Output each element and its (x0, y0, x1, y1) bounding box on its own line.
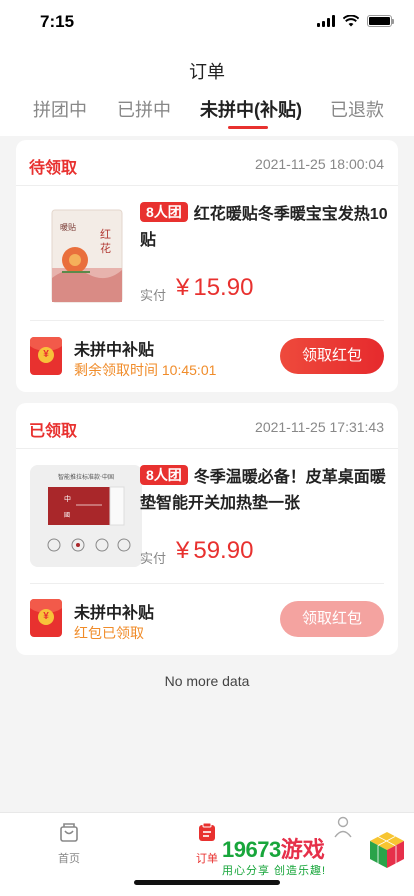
watermark-logo: 19673游戏 用心分享 创造乐趣! (222, 816, 404, 882)
watermark-slogan: 用心分享 创造乐趣! (222, 865, 327, 877)
subsidy-title: 未拼中补贴 (74, 342, 155, 359)
red-envelope-icon: ¥ (30, 337, 62, 375)
group-size-badge: 8人团 (140, 202, 188, 222)
order-tabs: 拼团中 已拼中 未拼中(补贴) 已退款 (0, 96, 414, 130)
no-more-data-note: No more data (164, 673, 250, 689)
paid-price: ¥15.90 (176, 274, 253, 302)
claim-red-envelope-button[interactable]: 领取红包 (280, 338, 384, 374)
tab-group-lost-subsidy[interactable]: 未拼中(补贴) (200, 96, 302, 122)
tab-grouping[interactable]: 拼团中 (33, 96, 87, 122)
product-title[interactable]: 8人团 红花暖贴冬季暖宝宝发热10贴 (140, 202, 388, 254)
paid-price: ¥59.90 (176, 537, 253, 565)
watermark-text: 游戏 (280, 837, 325, 862)
order-date: 2021-11-25 17:31:43 (255, 419, 384, 435)
group-size-badge: 8人团 (140, 465, 188, 485)
claim-red-envelope-button-disabled: 领取红包 (280, 601, 384, 637)
tab-refunded[interactable]: 已退款 (330, 96, 384, 122)
order-card[interactable]: 已领取 2021-11-25 17:31:43 智能推拉标准款·中国 中 國 8… (16, 403, 398, 655)
product-title[interactable]: 8人团 冬季温暖必备！皮革桌面暖垫智能开关加热垫一张 (140, 465, 390, 517)
order-card-header: 待领取 2021-11-25 18:00:04 (16, 140, 398, 186)
svg-text:暖贴: 暖贴 (60, 222, 76, 232)
product-image-heating-pad[interactable]: 智能推拉标准款·中国 中 國 (30, 465, 142, 567)
tabbar-label-home: 首页 (58, 853, 80, 865)
order-icon (199, 822, 215, 841)
person-icon (334, 816, 352, 838)
battery-icon (367, 15, 394, 27)
red-envelope-icon: ¥ (30, 599, 62, 637)
svg-text:國: 國 (64, 512, 70, 519)
currency-symbol: ¥ (176, 274, 190, 301)
tab-group-won[interactable]: 已拼中 (117, 96, 171, 122)
svg-text:中: 中 (64, 494, 71, 503)
price-value: 59.90 (193, 537, 254, 564)
divider (30, 320, 384, 321)
tabbar-item-home[interactable]: 首页 (39, 821, 99, 866)
order-status: 待领取 (29, 160, 78, 177)
order-date: 2021-11-25 18:00:04 (255, 156, 384, 172)
paid-label: 实付 (140, 288, 167, 303)
order-status: 已领取 (29, 423, 78, 440)
subsidy-countdown: 剩余领取时间 10:45:01 (74, 362, 217, 378)
currency-symbol: ¥ (176, 537, 190, 564)
status-bar: 7:15 (0, 0, 414, 44)
svg-text:花: 花 (100, 242, 111, 255)
home-indicator (134, 880, 280, 885)
order-card-header: 已领取 2021-11-25 17:31:43 (16, 403, 398, 449)
svg-text:智能推拉标准款·中国: 智能推拉标准款·中国 (58, 473, 114, 481)
cube-logo-icon (370, 832, 404, 868)
watermark-number: 19673 (222, 837, 281, 862)
subsidy-title: 未拼中补贴 (74, 605, 155, 622)
divider (30, 583, 384, 584)
price-value: 15.90 (193, 274, 254, 301)
wifi-icon (343, 15, 359, 27)
order-card[interactable]: 待领取 2021-11-25 18:00:04 红 花 暖贴 8人团 红花暖贴冬季… (16, 140, 398, 392)
bag-icon (60, 823, 78, 842)
subsidy-claimed-status: 红包已领取 (74, 625, 144, 641)
product-image-heat-patch[interactable]: 红 花 暖贴 (30, 200, 142, 312)
active-tab-indicator (228, 126, 268, 129)
page-header: 订单 拼团中 已拼中 未拼中(补贴) 已退款 (0, 44, 414, 136)
page-title: 订单 (189, 62, 225, 82)
paid-label: 实付 (140, 551, 167, 566)
status-icons (317, 15, 394, 27)
svg-text:红: 红 (100, 228, 111, 241)
cellular-signal-icon (317, 15, 335, 27)
status-time: 7:15 (40, 12, 75, 31)
